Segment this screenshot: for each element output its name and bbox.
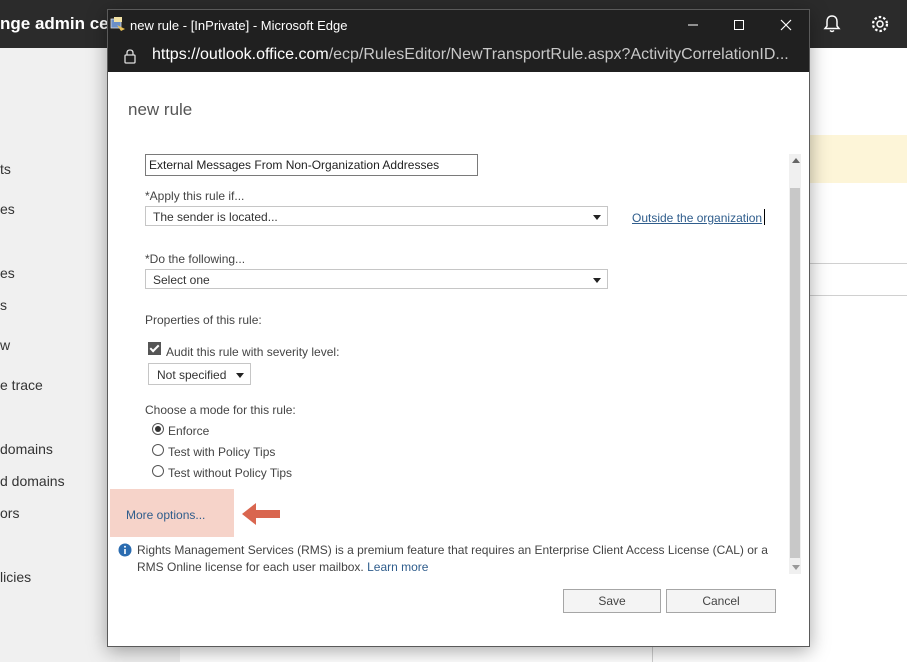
mode-option-label: Enforce — [168, 424, 210, 438]
sidebar-item[interactable]: domains — [0, 441, 53, 457]
window-title-bar: new rule - [InPrivate] - Microsoft Edge — [108, 10, 809, 40]
mode-option-label: Test with Policy Tips — [168, 445, 276, 459]
sidebar-item[interactable]: d domains — [0, 473, 65, 489]
mode-label: Choose a mode for this rule: — [145, 403, 296, 417]
chevron-down-icon — [236, 373, 244, 378]
sidebar-item[interactable]: s — [0, 297, 7, 313]
rule-name-input[interactable] — [145, 154, 478, 176]
sidebar-item[interactable]: ors — [0, 505, 19, 521]
info-icon — [118, 543, 132, 557]
browser-popup-window: new rule - [InPrivate] - Microsoft Edge … — [107, 9, 810, 647]
scrollbar-thumb[interactable] — [790, 188, 800, 558]
mode-radio-test-without-tips[interactable] — [152, 465, 164, 477]
admin-warning-banner — [808, 135, 907, 183]
divider — [808, 295, 907, 296]
url-text[interactable]: https://outlook.office.com/ecp/RulesEdit… — [152, 46, 792, 64]
more-options-highlight: More options... — [110, 489, 234, 537]
sidebar-item[interactable]: ts — [0, 161, 11, 177]
condition-dropdown[interactable]: The sender is located... — [145, 206, 608, 226]
chevron-down-icon — [593, 215, 601, 220]
page-favicon-icon — [110, 17, 125, 31]
rms-info-message: Rights Management Services (RMS) is a pr… — [137, 543, 768, 574]
mode-radio-enforce[interactable] — [152, 423, 164, 435]
sidebar-item[interactable]: e trace — [0, 377, 43, 393]
audit-label: Audit this rule with severity level: — [166, 345, 340, 359]
apply-rule-label: *Apply this rule if... — [145, 189, 245, 203]
url-path: /ecp/RulesEditor/NewTransportRule.aspx?A… — [328, 46, 789, 63]
bell-icon[interactable] — [822, 14, 842, 34]
admin-app-title: nge admin cen — [0, 14, 120, 33]
action-dropdown[interactable]: Select one — [145, 269, 608, 289]
url-host: https://outlook.office.com — [152, 46, 329, 63]
page-title: new rule — [128, 100, 193, 119]
more-options-link[interactable]: More options... — [126, 508, 205, 522]
scroll-up-icon[interactable] — [792, 158, 800, 163]
address-bar[interactable]: https://outlook.office.com/ecp/RulesEdit… — [108, 40, 809, 72]
save-button[interactable]: Save — [563, 589, 661, 613]
maximize-button[interactable] — [716, 10, 762, 40]
divider — [808, 263, 907, 264]
mode-option-label: Test without Policy Tips — [168, 466, 293, 480]
properties-label: Properties of this rule: — [145, 313, 262, 327]
cancel-button[interactable]: Cancel — [666, 589, 776, 613]
audit-checkbox[interactable] — [148, 342, 161, 355]
minimize-icon — [688, 24, 698, 26]
learn-more-link[interactable]: Learn more — [367, 560, 428, 574]
rms-info-text: Rights Management Services (RMS) is a pr… — [137, 542, 787, 576]
chevron-down-icon — [593, 278, 601, 283]
severity-value: Not specified — [157, 368, 227, 382]
sidebar-item[interactable]: es — [0, 265, 15, 281]
action-value: Select one — [153, 273, 210, 287]
close-button[interactable] — [763, 10, 809, 40]
close-icon — [780, 19, 792, 31]
rule-editor-content: new rule *Apply this rule if... The send… — [108, 72, 809, 646]
condition-link[interactable]: Outside the organization — [632, 211, 762, 225]
divider — [652, 645, 653, 662]
sidebar-item[interactable]: es — [0, 201, 15, 217]
text-cursor — [764, 209, 765, 225]
lock-icon — [124, 49, 136, 64]
do-following-label: *Do the following... — [145, 252, 246, 266]
maximize-icon — [734, 20, 744, 30]
scroll-down-icon[interactable] — [792, 565, 800, 570]
gear-icon[interactable] — [870, 14, 890, 34]
condition-value: The sender is located... — [153, 210, 278, 224]
window-title: new rule - [InPrivate] - Microsoft Edge — [130, 18, 348, 33]
minimize-button[interactable] — [670, 10, 716, 40]
mode-radio-test-with-tips[interactable] — [152, 444, 164, 456]
sidebar-item[interactable]: licies — [0, 569, 31, 585]
severity-dropdown[interactable]: Not specified — [148, 363, 251, 385]
arrow-left-icon — [242, 503, 280, 525]
sidebar-item[interactable]: w — [0, 337, 10, 353]
